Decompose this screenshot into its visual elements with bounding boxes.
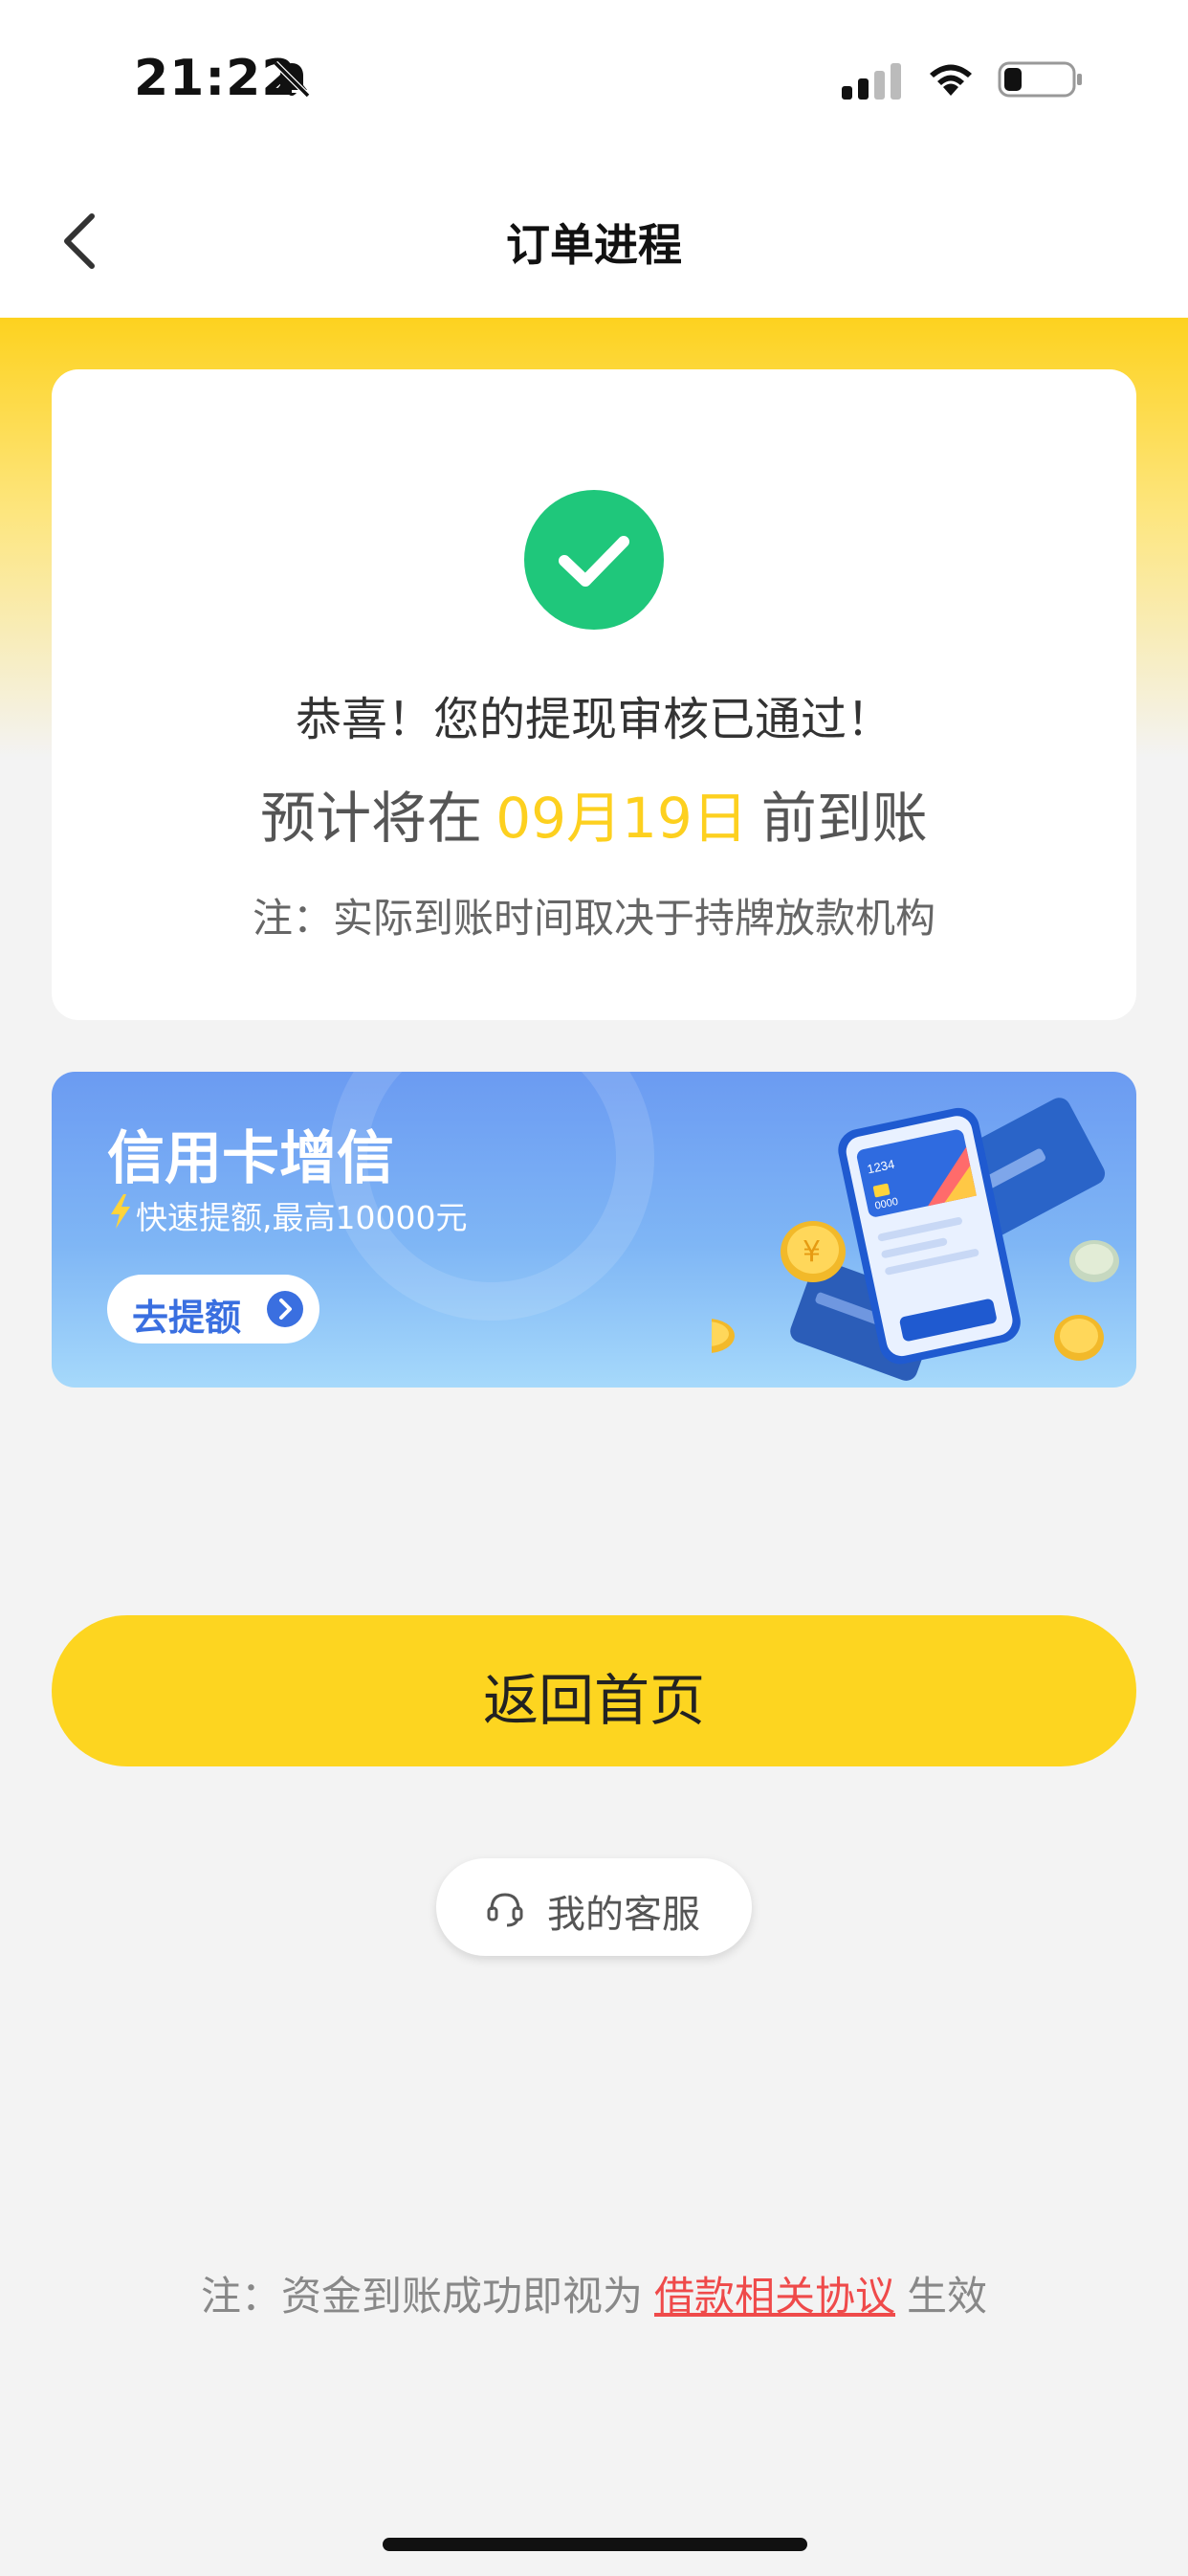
footer-note-prefix: 注：资金到账成功即视为	[200, 2273, 643, 2320]
success-title: 恭喜！您的提现审核已通过！	[295, 693, 892, 746]
banner-title: 信用卡增信	[107, 1125, 394, 1192]
return-home-button[interactable]: 返回首页	[52, 1615, 1136, 1766]
svg-text:¥: ¥	[803, 1235, 821, 1269]
home-indicator[interactable]	[383, 2538, 807, 2551]
footer-note: 注：资金到账成功即视为 借款相关协议 生效	[0, 2264, 1188, 2322]
arrival-line: 预计将在 09月19日 前到账	[52, 773, 1136, 854]
phone-card-illustration: 1234 0000 ¥	[712, 1098, 1119, 1381]
success-card: 恭喜！您的提现审核已通过！ 预计将在 09月19日 前到账 注：实际到账时间取决于持…	[52, 369, 1136, 1020]
bell-off-icon	[273, 60, 311, 99]
return-home-label: 返回首页	[482, 1668, 705, 1733]
nav-bar: 订单进程	[0, 163, 1188, 318]
coin-icon: ¥	[781, 1221, 846, 1282]
raise-limit-label: 去提额	[132, 1297, 242, 1339]
status-bar: 21:22	[0, 0, 1188, 163]
check-icon	[524, 490, 664, 630]
credit-card-banner[interactable]: 信用卡增信 快速提额,最高10000元 去提额 1234 0000 ¥	[52, 1072, 1136, 1388]
wifi-icon	[930, 64, 972, 96]
arrival-suffix: 前到账	[760, 786, 928, 851]
customer-service-button[interactable]: 我的客服	[436, 1858, 752, 1956]
banner-subtitle: 快速提额,最高10000元	[136, 1199, 468, 1236]
bolt-icon	[111, 1194, 130, 1229]
chevron-right-icon	[267, 1291, 303, 1327]
customer-service-label: 我的客服	[547, 1893, 700, 1937]
footer-note-suffix: 生效	[907, 2273, 988, 2320]
battery-icon	[998, 61, 1082, 98]
page-title: 订单进程	[506, 219, 682, 271]
signal-icon	[842, 63, 901, 100]
arrival-note: 注：实际到账时间取决于持牌放款机构	[252, 895, 935, 942]
arrival-prefix: 预计将在	[260, 786, 483, 851]
loan-agreement-link[interactable]: 借款相关协议	[654, 2273, 895, 2320]
arrival-date: 09月19日	[495, 786, 748, 851]
raise-limit-button[interactable]: 去提额	[107, 1275, 319, 1344]
headset-icon	[487, 1893, 523, 1927]
